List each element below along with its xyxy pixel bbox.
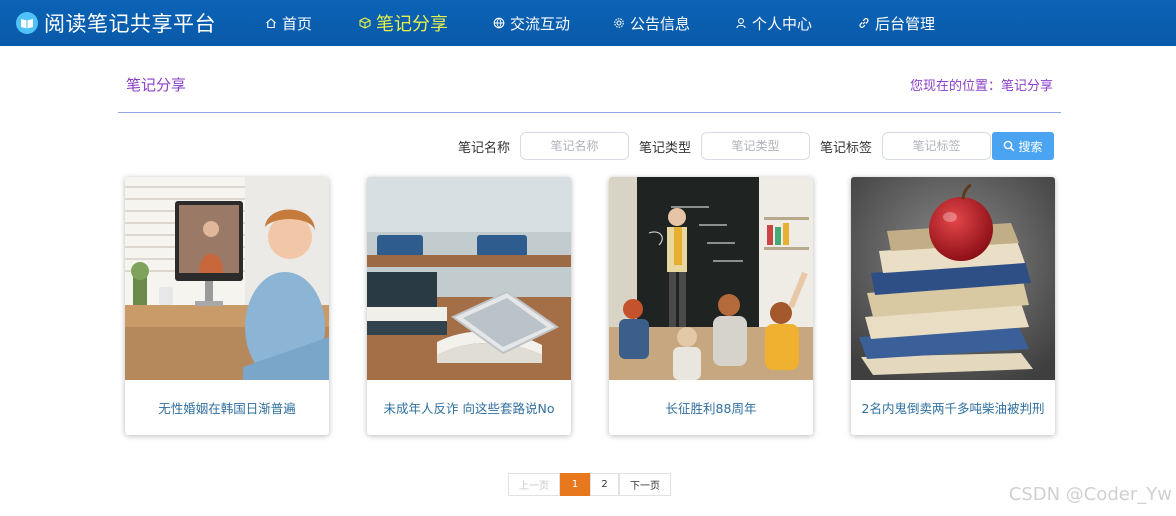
nav-item-label: 后台管理 <box>875 14 936 33</box>
breadcrumb: 您现在的位置：笔记分享 <box>909 79 1053 94</box>
user-icon <box>734 16 748 30</box>
search-button[interactable]: 搜索 <box>992 132 1054 160</box>
top-navbar: 阅读笔记共享平台 首页 笔记分享 交流互动 公告信息 个人中心 后台管理 <box>0 0 1176 46</box>
nav-item-notice[interactable]: 公告信息 <box>612 0 690 46</box>
note-card-title: 长征胜利88周年 <box>665 401 757 416</box>
page-button-1[interactable]: 1 <box>560 473 590 496</box>
book-logo-icon <box>16 12 38 34</box>
pagination: 上一页 1 2 下一页 <box>508 473 671 496</box>
note-card-image <box>851 177 1055 380</box>
nav-item-home[interactable]: 首页 <box>264 0 312 46</box>
nav-item-label: 个人中心 <box>752 14 813 33</box>
nav-item-forum[interactable]: 交流互动 <box>492 0 570 46</box>
note-tag-label: 笔记标签 <box>820 140 873 156</box>
link-icon <box>857 16 871 30</box>
brand-title: 阅读笔记共享平台 <box>44 12 216 36</box>
search-button-label: 搜索 <box>1018 139 1043 154</box>
nav-item-label: 笔记分享 <box>376 14 448 35</box>
note-type-input[interactable] <box>701 132 811 160</box>
prev-page-button[interactable]: 上一页 <box>508 473 560 496</box>
note-card[interactable]: 长征胜利88周年 <box>609 177 813 435</box>
globe-icon <box>492 16 506 30</box>
search-bar: 笔记名称 笔记类型 笔记标签 <box>458 132 1001 160</box>
brand[interactable]: 阅读笔记共享平台 <box>16 8 246 38</box>
note-card-title: 无性婚姻在韩国日渐普遍 <box>158 401 296 416</box>
nav-item-label: 公告信息 <box>630 14 691 33</box>
nav-item-admin[interactable]: 后台管理 <box>857 0 935 46</box>
note-name-input[interactable] <box>520 132 630 160</box>
next-page-button[interactable]: 下一页 <box>619 473 671 496</box>
nav-item-label: 首页 <box>282 14 313 33</box>
home-icon <box>264 16 278 30</box>
note-name-label: 笔记名称 <box>458 140 511 156</box>
page-title: 笔记分享 <box>126 76 187 94</box>
gear-icon <box>612 16 626 30</box>
nav-item-profile[interactable]: 个人中心 <box>734 0 812 46</box>
cube-icon <box>358 16 372 30</box>
page-button-2[interactable]: 2 <box>590 473 619 496</box>
nav-item-label: 交流互动 <box>510 14 571 33</box>
note-card-image <box>609 177 813 380</box>
note-card-image <box>125 177 329 380</box>
note-card[interactable]: 2名内鬼倒卖两千多吨柴油被判刑 <box>851 177 1055 435</box>
page-header: 笔记分享 您现在的位置：笔记分享 <box>118 60 1061 113</box>
note-card-title: 未成年人反诈 向这些套路说No <box>383 401 555 416</box>
nav-item-notes[interactable]: 笔记分享 <box>358 0 448 46</box>
note-card[interactable]: 未成年人反诈 向这些套路说No <box>367 177 571 435</box>
note-tag-input[interactable] <box>882 132 992 160</box>
note-type-label: 笔记类型 <box>639 140 692 156</box>
note-card-title: 2名内鬼倒卖两千多吨柴油被判刑 <box>861 401 1045 416</box>
note-card-image <box>367 177 571 380</box>
watermark: CSDN @Coder_Yw <box>1008 484 1172 505</box>
note-card[interactable]: 无性婚姻在韩国日渐普遍 <box>125 177 329 435</box>
search-icon <box>1003 140 1015 152</box>
